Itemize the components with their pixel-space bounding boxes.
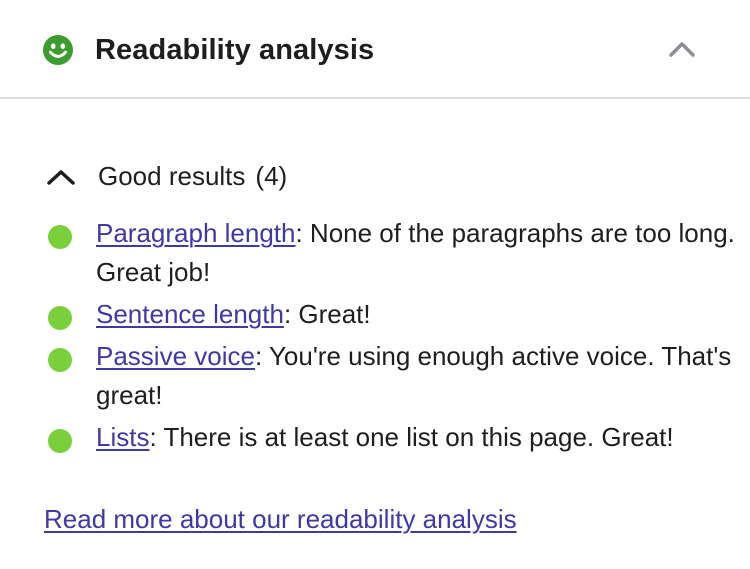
good-result-bullet bbox=[48, 429, 72, 453]
panel-title: Readability analysis bbox=[95, 34, 375, 66]
read-more-readability-link[interactable]: Read more about our readability analysis bbox=[44, 504, 517, 534]
good-results-label: Good results bbox=[98, 161, 246, 191]
smiley-icon bbox=[42, 34, 74, 66]
result-text: : There is at least one list on this pag… bbox=[149, 422, 674, 452]
footer: Read more about our readability analysis bbox=[44, 500, 517, 538]
list-item: Lists: There is at least one list on thi… bbox=[44, 418, 744, 457]
result-text: : Great! bbox=[283, 299, 371, 329]
readability-panel-header[interactable]: Readability analysis bbox=[0, 0, 750, 99]
list-item: Sentence length: Great! bbox=[44, 295, 744, 334]
good-results-toggle[interactable]: Good results (4) bbox=[44, 156, 344, 196]
good-results-heading: Good results (4) bbox=[98, 158, 287, 194]
list-item: Paragraph length: None of the paragraphs… bbox=[44, 214, 744, 292]
good-result-bullet bbox=[48, 225, 72, 249]
good-results-list: Paragraph length: None of the paragraphs… bbox=[44, 214, 744, 460]
chevron-up-icon bbox=[44, 166, 78, 188]
collapse-panel-button[interactable] bbox=[660, 30, 704, 70]
paragraph-length-link[interactable]: Paragraph length bbox=[96, 218, 295, 248]
good-result-bullet bbox=[48, 348, 72, 372]
sentence-length-link[interactable]: Sentence length bbox=[96, 299, 284, 329]
passive-voice-link[interactable]: Passive voice bbox=[96, 341, 255, 371]
good-results-count: (4) bbox=[255, 161, 288, 191]
list-item: Passive voice: You're using enough activ… bbox=[44, 337, 744, 415]
lists-link[interactable]: Lists bbox=[96, 422, 149, 452]
good-result-bullet bbox=[48, 306, 72, 330]
